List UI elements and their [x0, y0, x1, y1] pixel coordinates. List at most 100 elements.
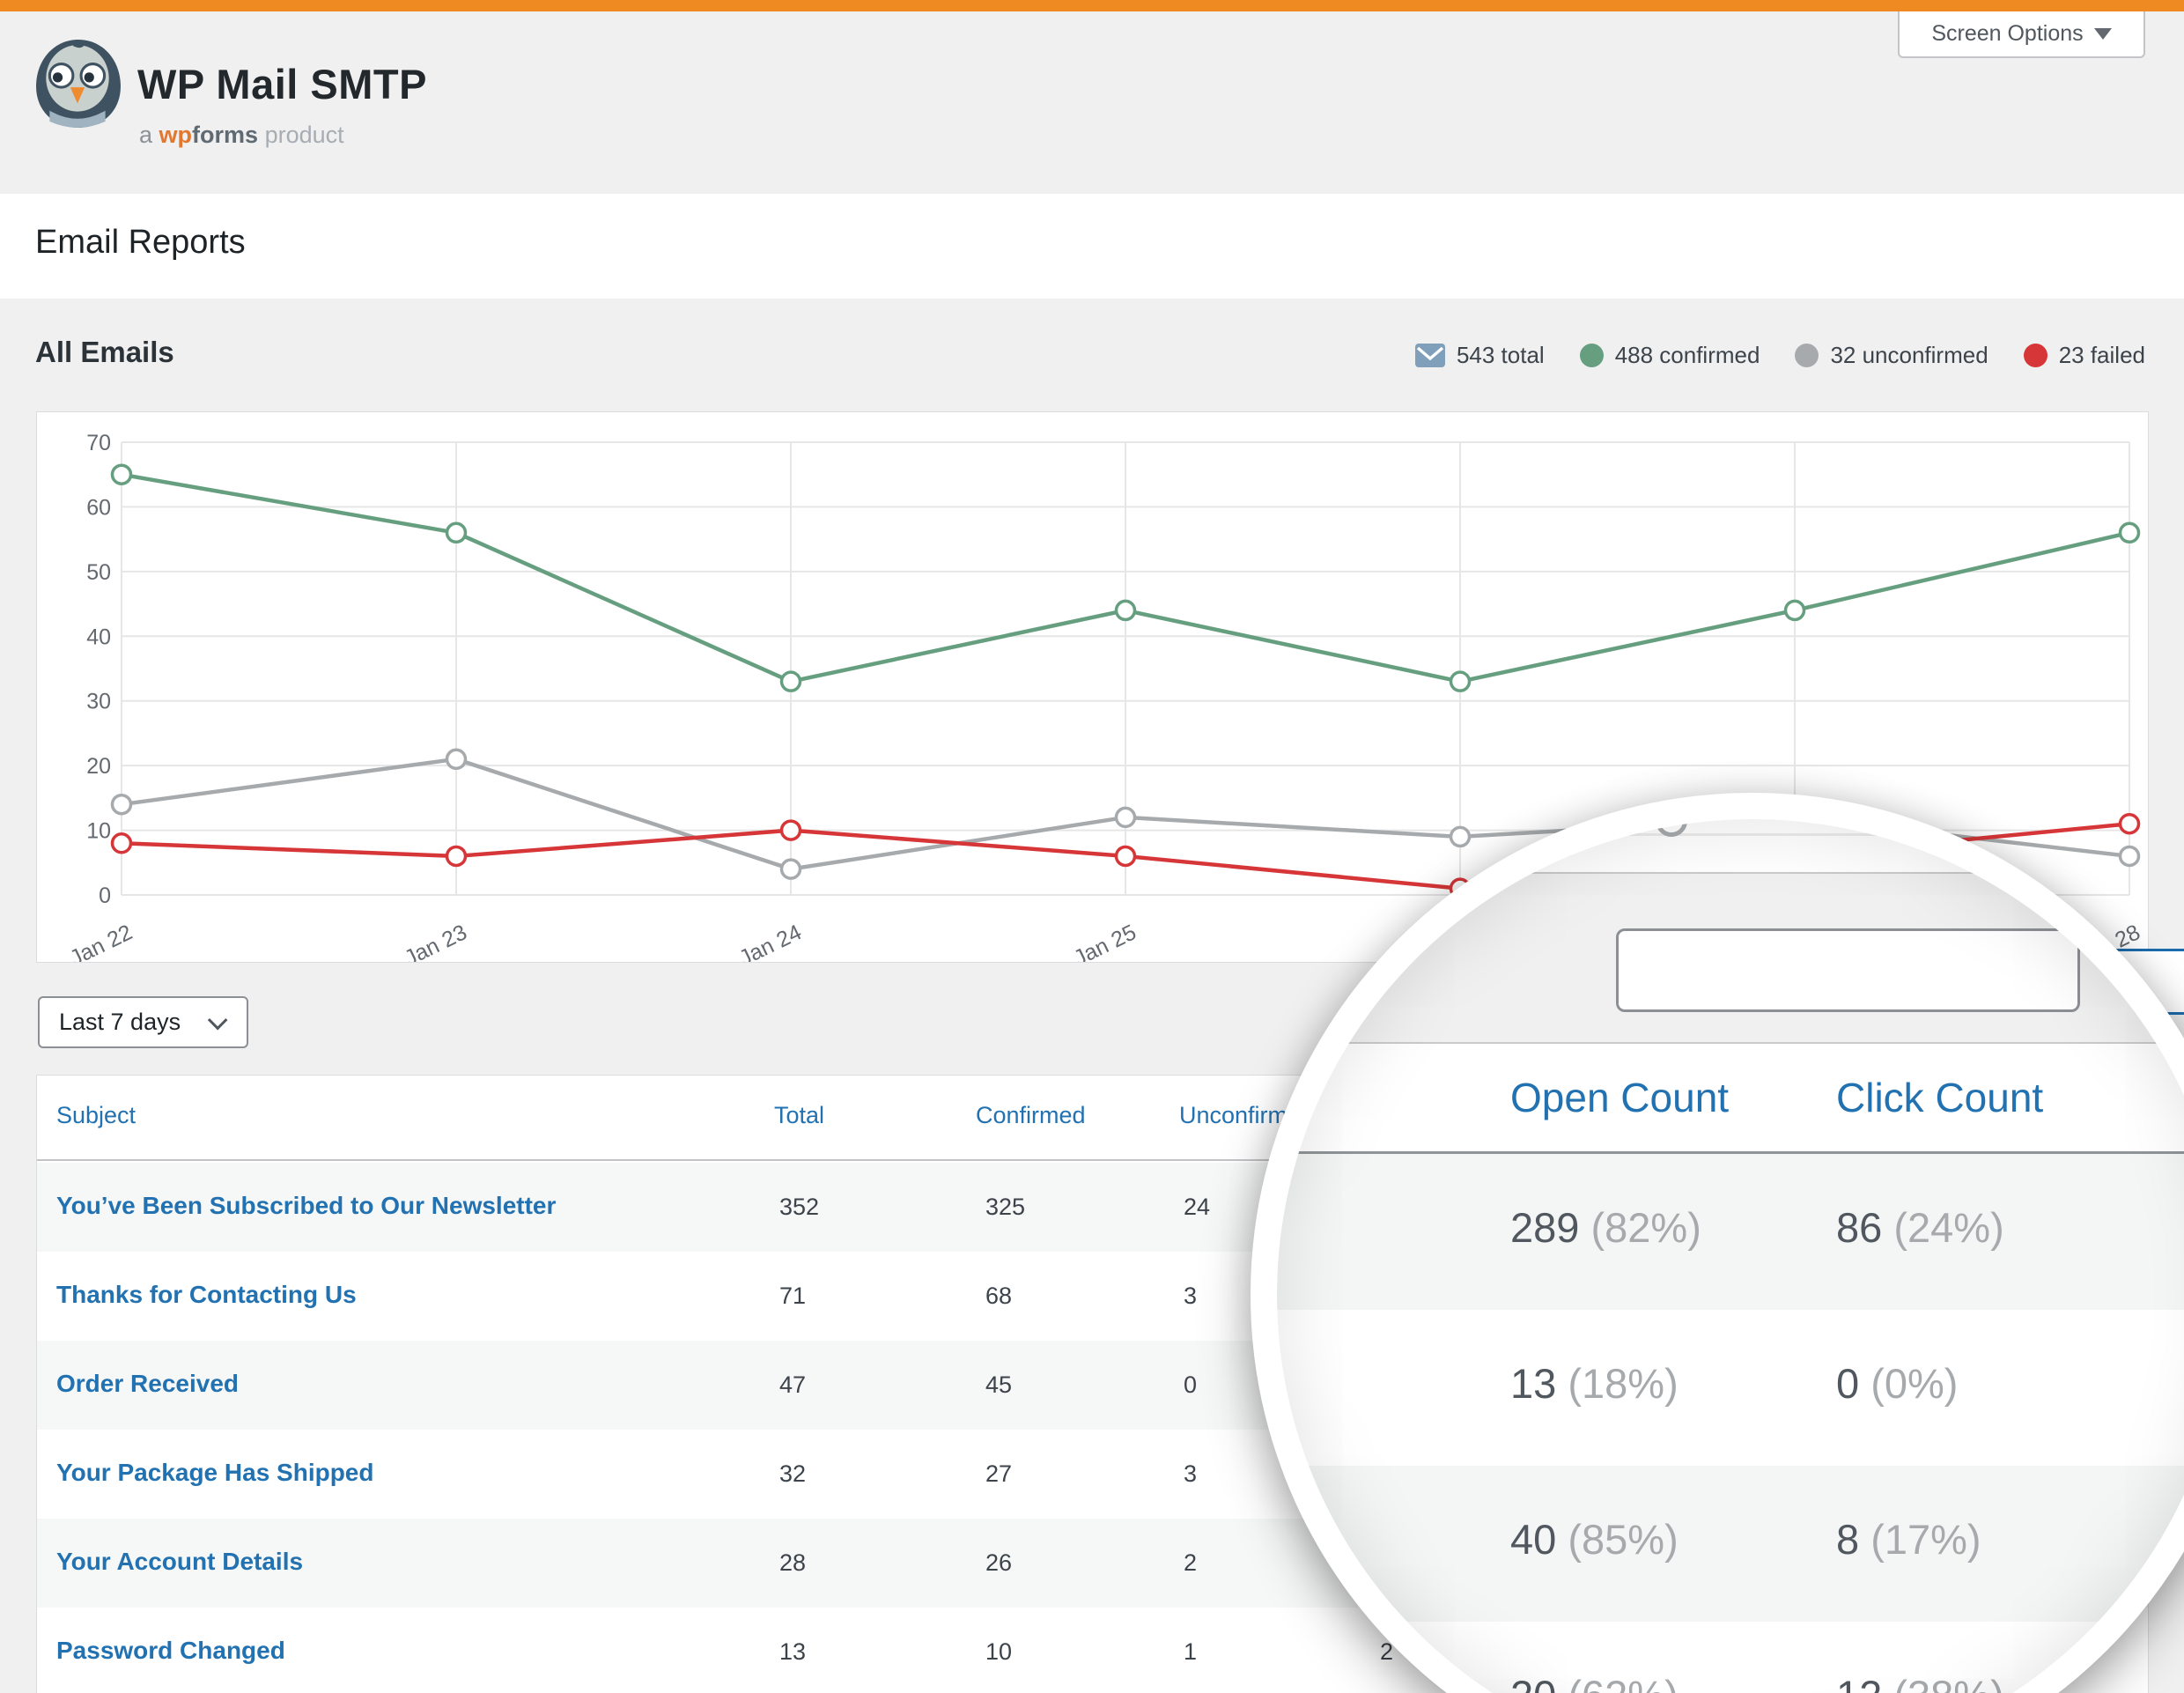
section-title: All Emails	[35, 336, 174, 369]
cell-total: 47	[779, 1371, 806, 1399]
column-header-subject[interactable]: Subject	[56, 1102, 136, 1129]
cell-open-count: 40 (85%)	[1510, 1515, 1679, 1564]
column-header-confirmed[interactable]: Confirmed	[976, 1102, 1086, 1129]
cell-confirmed: 325	[985, 1194, 1025, 1221]
chevron-down-icon	[2094, 28, 2112, 40]
app-header: WP Mail SMTP a wpforms product	[0, 11, 2184, 194]
app-tagline: a wpforms product	[139, 122, 344, 149]
legend-total: 543 total	[1415, 342, 1545, 369]
magnified-header-row: Open Count Click Count	[1277, 1044, 2184, 1154]
svg-text:Jan 25: Jan 25	[1070, 920, 1140, 962]
chart-legend: 543 total 488 confirmed 32 unconfirmed 2…	[1415, 342, 2145, 369]
legend-failed: 23 failed	[2024, 342, 2145, 369]
legend-failed-label: 23 failed	[2059, 342, 2145, 369]
page-title-band: Email Reports	[0, 194, 2184, 299]
svg-text:70: 70	[86, 431, 111, 455]
confirmed-data-point[interactable]	[2121, 523, 2139, 542]
cell-confirmed: 45	[985, 1371, 1012, 1399]
tagline-product: product	[265, 122, 344, 148]
confirmed-data-point[interactable]	[782, 672, 801, 691]
brand-top-bar	[0, 0, 2184, 11]
cell-open-count: 20 (62%)	[1510, 1671, 1679, 1693]
legend-confirmed-label: 488 confirmed	[1615, 342, 1760, 369]
cell-unconfirmed: 24	[1184, 1194, 1210, 1221]
magnified-gridline	[1277, 833, 2184, 836]
cell-total: 32	[779, 1460, 806, 1488]
confirmed-data-point[interactable]	[113, 465, 131, 484]
failed-data-point[interactable]	[782, 821, 801, 839]
unconfirmed-data-point[interactable]	[1117, 808, 1135, 826]
confirmed-data-point[interactable]	[447, 523, 466, 542]
failed-data-point[interactable]	[113, 834, 131, 853]
subject-link[interactable]: Your Package Has Shipped	[56, 1459, 374, 1487]
svg-text:50: 50	[86, 560, 111, 585]
subject-link[interactable]: Thanks for Contacting Us	[56, 1281, 357, 1309]
svg-text:60: 60	[86, 495, 111, 520]
failed-data-point[interactable]	[447, 846, 466, 865]
svg-text:Jan 22: Jan 22	[66, 920, 136, 962]
subject-link[interactable]: You’ve Been Subscribed to Our Newsletter	[56, 1192, 556, 1220]
chevron-down-icon	[208, 1009, 228, 1030]
magnified-table-toolbar	[1277, 872, 2184, 1044]
page-title: Email Reports	[35, 224, 246, 262]
confirmed-data-point[interactable]	[1786, 601, 1804, 619]
legend-confirmed: 488 confirmed	[1580, 342, 1760, 369]
failed-dot-icon	[2024, 344, 2048, 367]
svg-text:10: 10	[86, 819, 111, 844]
cell-unconfirmed: 2	[1184, 1549, 1197, 1577]
cell-unconfirmed: 0	[1184, 1371, 1197, 1399]
cell-confirmed: 27	[985, 1460, 1012, 1488]
screen-options-label: Screen Options	[1931, 21, 2083, 47]
subject-link[interactable]: Password Changed	[56, 1637, 285, 1665]
magnified-table-row: 289 (82%)86 (24%)	[1277, 1154, 2184, 1310]
confirmed-data-point[interactable]	[1451, 672, 1470, 691]
subject-link[interactable]: Order Received	[56, 1370, 239, 1398]
legend-unconfirmed-label: 32 unconfirmed	[1830, 342, 1988, 369]
svg-text:0: 0	[99, 883, 111, 908]
column-header-open-count[interactable]: Open Count	[1510, 1074, 1729, 1121]
magnified-table-row: 20 (62%) 12 (38%)	[1277, 1622, 2184, 1693]
app-title: WP Mail SMTP	[137, 60, 427, 108]
svg-text:40: 40	[86, 625, 111, 649]
cell-total: 28	[779, 1549, 806, 1577]
svg-text:20: 20	[86, 754, 111, 779]
tagline-a: a	[139, 122, 152, 148]
svg-text:30: 30	[86, 690, 111, 714]
wp-mail-smtp-pigeon-logo	[33, 39, 123, 129]
tagline-forms: forms	[192, 122, 258, 148]
confirmed-dot-icon	[1580, 344, 1604, 367]
date-range-select[interactable]: Last 7 days	[38, 996, 248, 1048]
magnifier-content: Open Count Click Count 289 (82%)86 (24%)…	[1277, 819, 2184, 1693]
legend-total-label: 543 total	[1457, 342, 1545, 369]
cell-confirmed: 26	[985, 1549, 1012, 1577]
cell-unconfirmed: 3	[1184, 1460, 1197, 1488]
failed-data-point[interactable]	[1117, 846, 1135, 865]
cell-open-count: 13 (18%)	[1510, 1359, 1679, 1408]
unconfirmed-data-point[interactable]	[113, 795, 131, 814]
cell-click-count: 86 (24%)	[1836, 1203, 2004, 1252]
subject-link[interactable]: Your Account Details	[56, 1548, 303, 1576]
legend-unconfirmed: 32 unconfirmed	[1795, 342, 1988, 369]
screen-options-button[interactable]: Screen Options	[1898, 11, 2145, 58]
cell-click-count: 12 (38%)	[1836, 1671, 2004, 1693]
unconfirmed-data-point[interactable]	[447, 750, 466, 768]
unconfirmed-data-point[interactable]	[782, 860, 801, 878]
column-header-click-count[interactable]: Click Count	[1836, 1074, 2043, 1121]
cell-confirmed: 68	[985, 1283, 1012, 1310]
svg-text:Jan 24: Jan 24	[735, 920, 806, 962]
magnified-data-point	[1656, 805, 1687, 837]
envelope-icon	[1415, 344, 1445, 367]
confirmed-data-point[interactable]	[1117, 601, 1135, 619]
unconfirmed-dot-icon	[1795, 344, 1819, 367]
cell-total: 71	[779, 1283, 806, 1310]
search-input[interactable]	[1616, 928, 2080, 1012]
cell-click-count: 8 (17%)	[1836, 1515, 1981, 1564]
column-header-total[interactable]: Total	[774, 1102, 824, 1129]
magnifier-overlay: Open Count Click Count 289 (82%)86 (24%)…	[1251, 793, 2184, 1693]
magnified-table-row: 40 (85%) 8 (17%)	[1277, 1466, 2184, 1622]
date-range-value: Last 7 days	[59, 1009, 181, 1036]
cell-unconfirmed: 1	[1184, 1638, 1197, 1666]
cell-total: 352	[779, 1194, 819, 1221]
cell-click-count: 0 (0%)	[1836, 1359, 1958, 1408]
cell-confirmed: 10	[985, 1638, 1012, 1666]
